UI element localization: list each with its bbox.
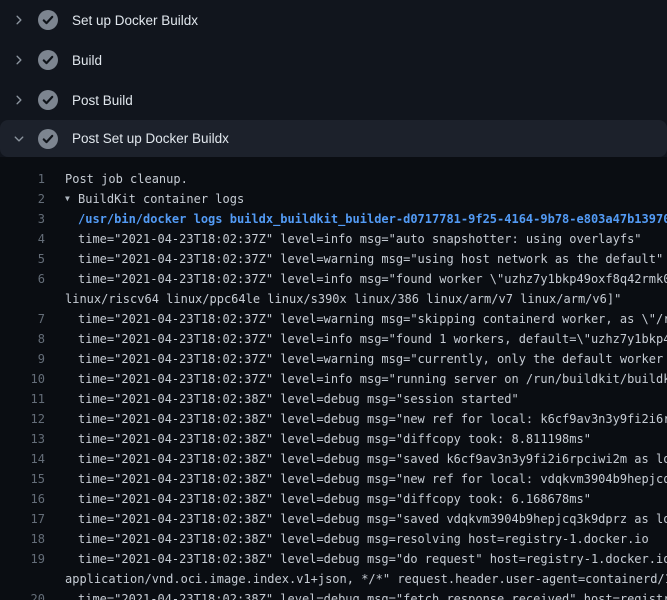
- log-pane: 1 Post job cleanup. 2 ▼ BuildKit contain…: [0, 157, 667, 600]
- chevron-right-icon[interactable]: [12, 13, 26, 27]
- step-row[interactable]: Set up Docker Buildx: [0, 0, 667, 40]
- log-text: time="2021-04-23T18:02:38Z" level=debug …: [78, 509, 667, 529]
- log-row: 12 time="2021-04-23T18:02:38Z" level=deb…: [0, 409, 667, 429]
- check-circle-icon: [38, 10, 58, 30]
- log-text: /usr/bin/docker logs buildx_buildkit_bui…: [78, 209, 667, 229]
- line-number[interactable]: 9: [0, 349, 45, 369]
- log-row: 19 time="2021-04-23T18:02:38Z" level=deb…: [0, 549, 667, 569]
- line-number[interactable]: 17: [0, 509, 45, 529]
- step-row[interactable]: Post Build: [0, 80, 667, 120]
- log-row: 13 time="2021-04-23T18:02:38Z" level=deb…: [0, 429, 667, 449]
- log-text: time="2021-04-23T18:02:38Z" level=debug …: [78, 529, 649, 549]
- steps-list: Set up Docker Buildx Build Post Build Po…: [0, 0, 667, 157]
- log-text: time="2021-04-23T18:02:38Z" level=debug …: [78, 409, 667, 429]
- log-text: linux/riscv64 linux/ppc64le linux/s390x …: [65, 289, 621, 309]
- line-number[interactable]: 2: [0, 189, 45, 209]
- log-row: 11 time="2021-04-23T18:02:38Z" level=deb…: [0, 389, 667, 409]
- check-circle-icon: [38, 90, 58, 110]
- chevron-down-icon[interactable]: [12, 132, 26, 146]
- log-text: time="2021-04-23T18:02:37Z" level=warnin…: [78, 309, 667, 329]
- step-row[interactable]: Build: [0, 40, 667, 80]
- log-row: 2 ▼ BuildKit container logs: [0, 189, 667, 209]
- log-row: 18 time="2021-04-23T18:02:38Z" level=deb…: [0, 529, 667, 549]
- step-label: Build: [72, 53, 102, 68]
- log-text: time="2021-04-23T18:02:38Z" level=debug …: [78, 429, 591, 449]
- step-label: Post Set up Docker Buildx: [72, 131, 229, 146]
- log-row: 4 time="2021-04-23T18:02:37Z" level=info…: [0, 229, 667, 249]
- group-collapse-icon[interactable]: ▼: [65, 189, 78, 209]
- line-number[interactable]: 13: [0, 429, 45, 449]
- line-number[interactable]: 14: [0, 449, 45, 469]
- log-text: time="2021-04-23T18:02:37Z" level=info m…: [78, 229, 642, 249]
- check-circle-icon: [38, 129, 58, 149]
- log-text: time="2021-04-23T18:02:38Z" level=debug …: [78, 489, 591, 509]
- log-row: 20 time="2021-04-23T18:02:38Z" level=deb…: [0, 589, 667, 600]
- step-row[interactable]: Post Set up Docker Buildx: [0, 120, 667, 157]
- line-number[interactable]: 4: [0, 229, 45, 249]
- line-number[interactable]: 15: [0, 469, 45, 489]
- step-label: Post Build: [72, 93, 133, 108]
- line-number[interactable]: 11: [0, 389, 45, 409]
- log-row: 16 time="2021-04-23T18:02:38Z" level=deb…: [0, 489, 667, 509]
- log-text: time="2021-04-23T18:02:37Z" level=warnin…: [78, 249, 663, 269]
- line-number[interactable]: 19: [0, 549, 45, 569]
- log-text: time="2021-04-23T18:02:38Z" level=debug …: [78, 589, 667, 600]
- log-text: Post job cleanup.: [65, 169, 188, 189]
- log-text: time="2021-04-23T18:02:37Z" level=info m…: [78, 329, 667, 349]
- line-number[interactable]: 1: [0, 169, 45, 189]
- step-label: Set up Docker Buildx: [72, 13, 198, 28]
- line-number[interactable]: 5: [0, 249, 45, 269]
- log-row: 7 time="2021-04-23T18:02:37Z" level=warn…: [0, 309, 667, 329]
- check-circle-icon: [38, 50, 58, 70]
- log-text: time="2021-04-23T18:02:37Z" level=warnin…: [78, 349, 667, 369]
- line-number[interactable]: 8: [0, 329, 45, 349]
- log-text: time="2021-04-23T18:02:38Z" level=debug …: [78, 549, 667, 569]
- log-row: 15 time="2021-04-23T18:02:38Z" level=deb…: [0, 469, 667, 489]
- log-row: 9 time="2021-04-23T18:02:37Z" level=warn…: [0, 349, 667, 369]
- line-number[interactable]: [0, 289, 45, 309]
- line-number[interactable]: 3: [0, 209, 45, 229]
- line-number[interactable]: 18: [0, 529, 45, 549]
- log-row: 5 time="2021-04-23T18:02:37Z" level=warn…: [0, 249, 667, 269]
- log-row: 1 Post job cleanup.: [0, 169, 667, 189]
- line-number[interactable]: 20: [0, 589, 45, 600]
- line-number[interactable]: 6: [0, 269, 45, 289]
- log-text: time="2021-04-23T18:02:38Z" level=debug …: [78, 469, 667, 489]
- log-text: time="2021-04-23T18:02:37Z" level=info m…: [78, 369, 667, 389]
- line-number[interactable]: [0, 569, 45, 589]
- line-number[interactable]: 12: [0, 409, 45, 429]
- line-number[interactable]: 10: [0, 369, 45, 389]
- log-row: 17 time="2021-04-23T18:02:38Z" level=deb…: [0, 509, 667, 529]
- log-row: application/vnd.oci.image.index.v1+json,…: [0, 569, 667, 589]
- chevron-right-icon[interactable]: [12, 53, 26, 67]
- log-row: 3 /usr/bin/docker logs buildx_buildkit_b…: [0, 209, 667, 229]
- line-number[interactable]: 16: [0, 489, 45, 509]
- log-text: BuildKit container logs: [78, 189, 244, 209]
- log-row: 8 time="2021-04-23T18:02:37Z" level=info…: [0, 329, 667, 349]
- log-text: time="2021-04-23T18:02:38Z" level=debug …: [78, 449, 667, 469]
- workflow-log-viewer: Set up Docker Buildx Build Post Build Po…: [0, 0, 667, 600]
- log-text: application/vnd.oci.image.index.v1+json,…: [65, 569, 667, 589]
- chevron-right-icon[interactable]: [12, 93, 26, 107]
- log-text: time="2021-04-23T18:02:37Z" level=info m…: [78, 269, 667, 289]
- log-row: 10 time="2021-04-23T18:02:37Z" level=inf…: [0, 369, 667, 389]
- line-number[interactable]: 7: [0, 309, 45, 329]
- log-row: 14 time="2021-04-23T18:02:38Z" level=deb…: [0, 449, 667, 469]
- log-text: time="2021-04-23T18:02:38Z" level=debug …: [78, 389, 519, 409]
- log-row: 6 time="2021-04-23T18:02:37Z" level=info…: [0, 269, 667, 289]
- log-row: linux/riscv64 linux/ppc64le linux/s390x …: [0, 289, 667, 309]
